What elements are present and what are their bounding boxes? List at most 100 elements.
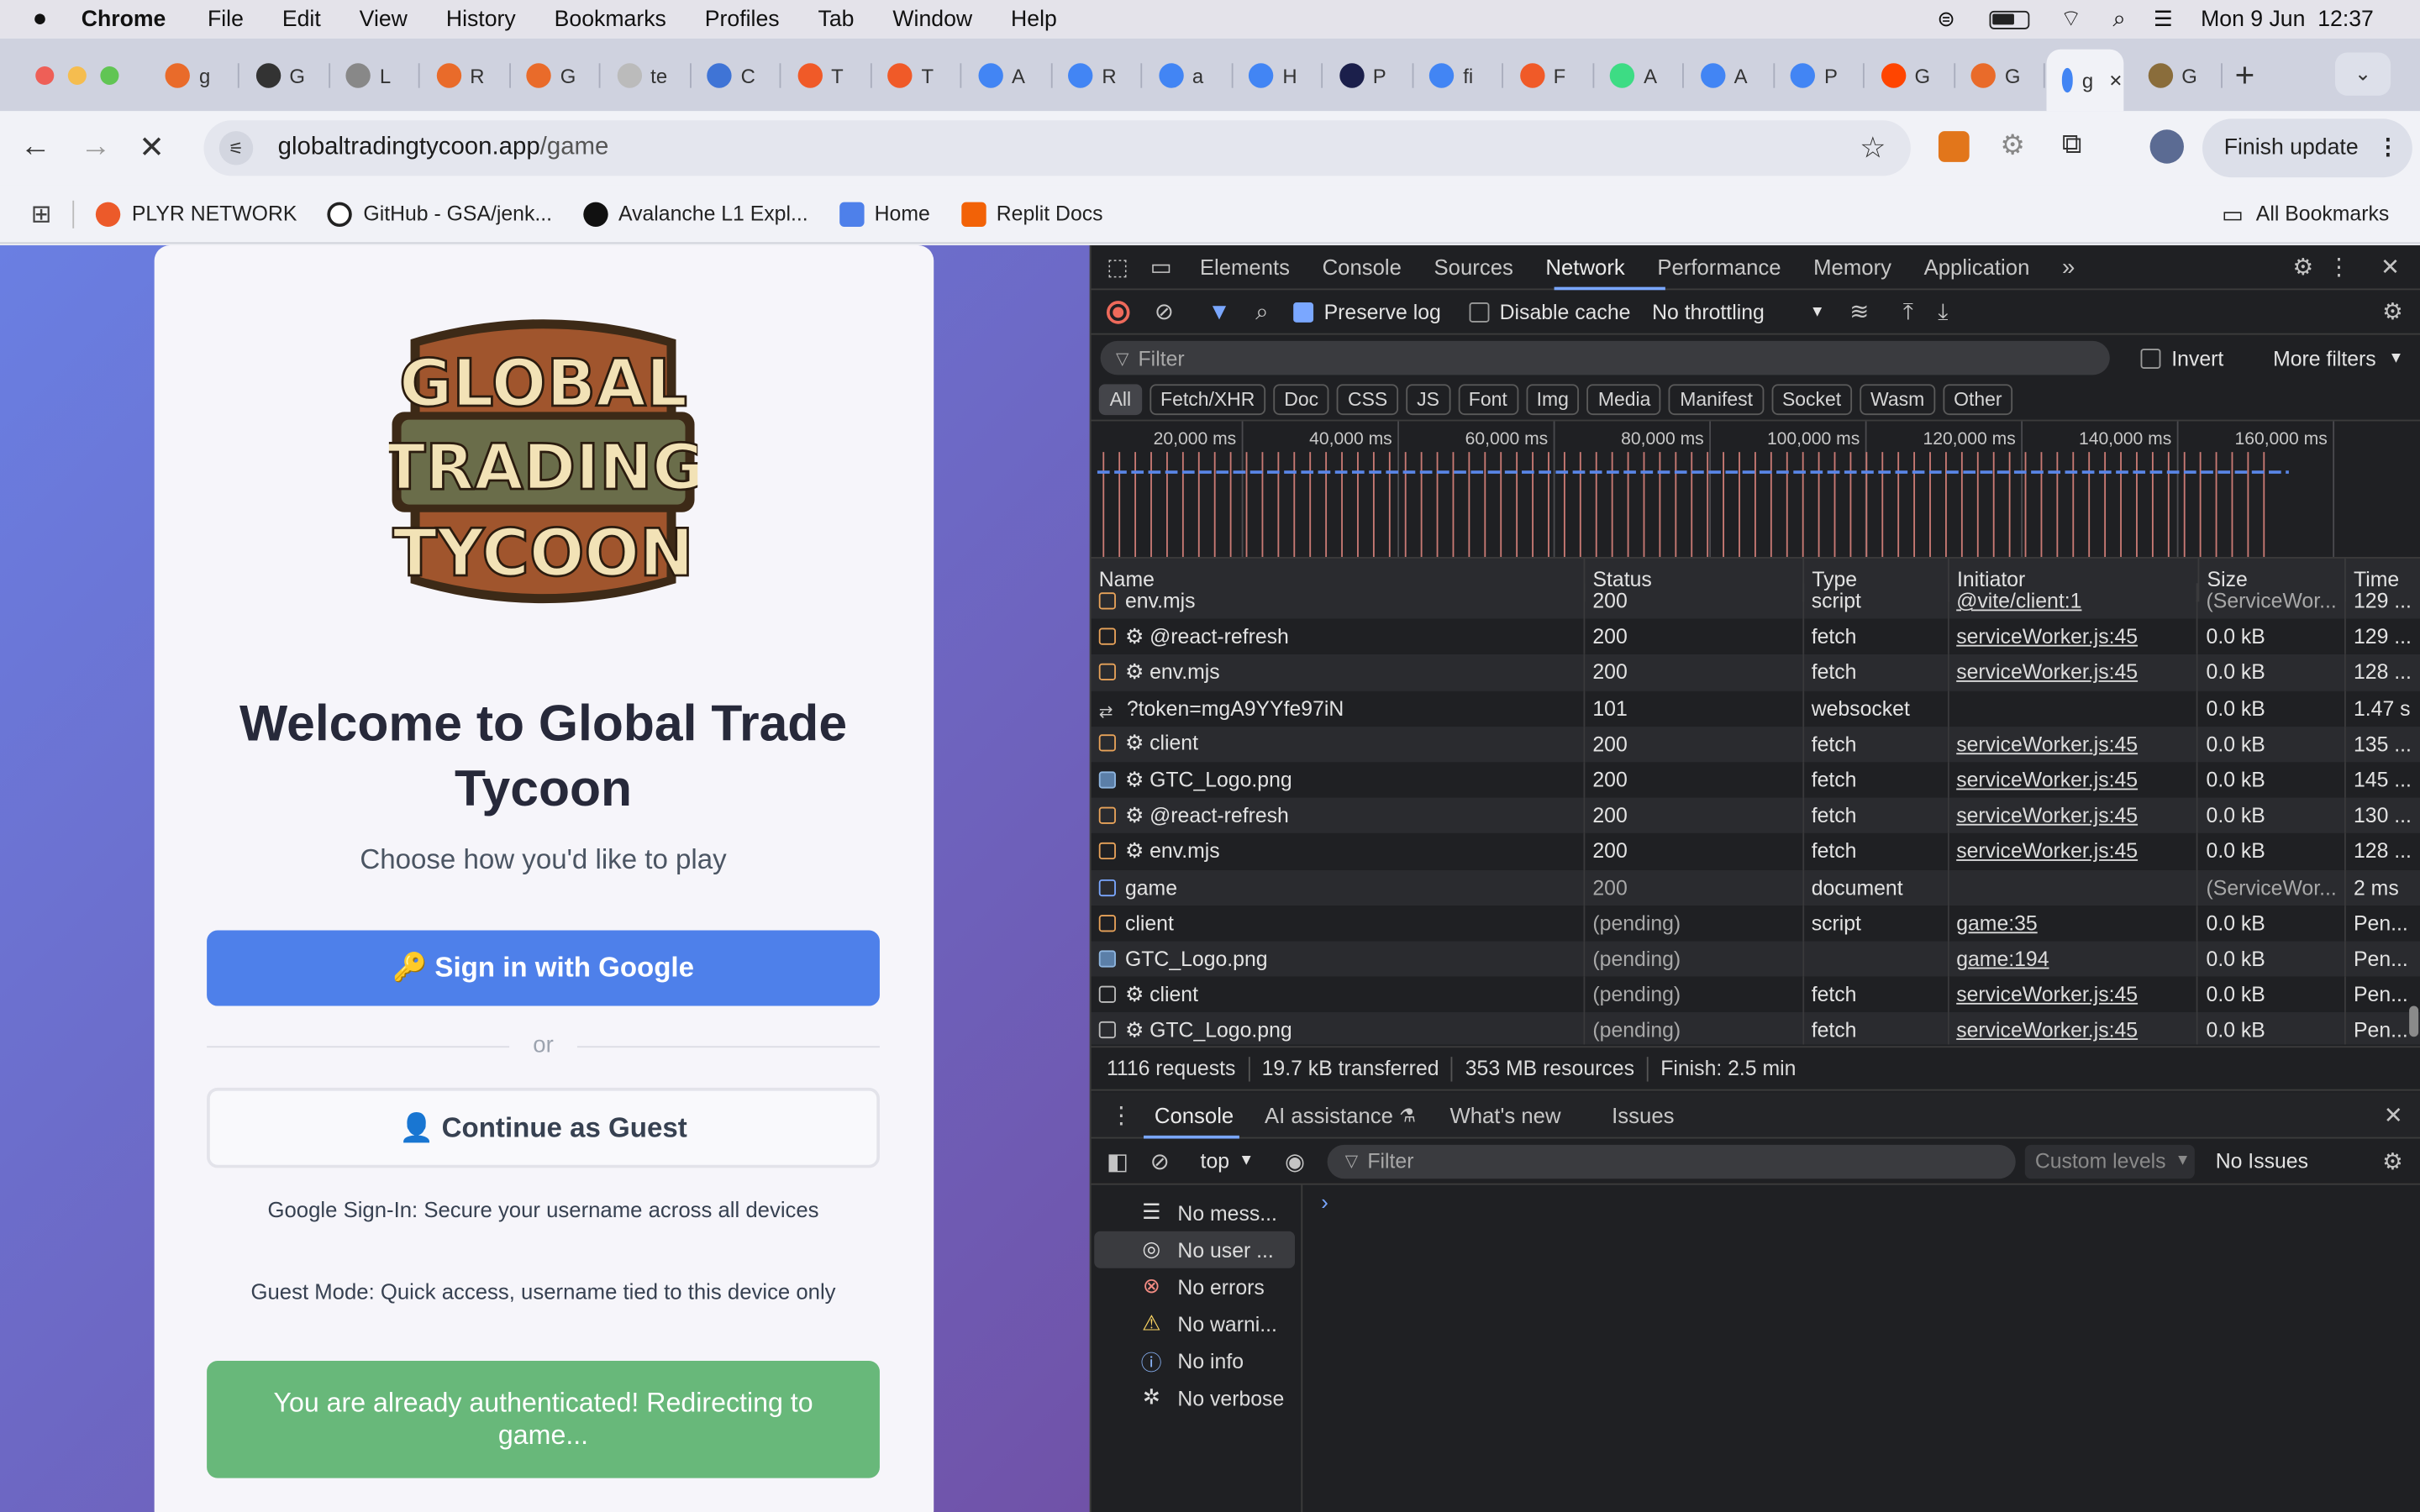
browser-tab[interactable]: te (601, 54, 691, 97)
browser-tab[interactable]: P (1775, 54, 1865, 97)
browser-tab[interactable]: A (962, 54, 1052, 97)
network-settings-icon[interactable]: ⚙ (2382, 297, 2403, 325)
console-filter-warnings[interactable]: ⚠ No warni... (1092, 1305, 1302, 1342)
tab-application[interactable]: Application (1924, 255, 2030, 279)
menu-profiles[interactable]: Profiles (705, 7, 780, 31)
browser-tab[interactable]: P (1323, 54, 1413, 97)
browser-tab[interactable]: G (2132, 54, 2222, 97)
initiator-text[interactable]: @vite/client:1 (1956, 590, 2081, 613)
network-request-row[interactable]: ⚙ @react-refresh 200 fetch serviceWorker.js… (1091, 618, 2420, 655)
import-har-icon[interactable]: ⤒ (1903, 298, 1913, 324)
network-request-row[interactable]: ⚙ GTC_Logo.png 200 fetch serviceWorker.js:4… (1091, 762, 2420, 798)
type-filter-socket[interactable]: Socket (1771, 384, 1852, 416)
menu-bookmarks[interactable]: Bookmarks (555, 7, 666, 31)
bookmark-home[interactable]: Home (839, 201, 930, 227)
close-tab-icon[interactable]: ✕ (2108, 71, 2123, 90)
apps-grid-icon[interactable]: ⊞ (31, 198, 52, 229)
network-overview-timeline[interactable]: 20,000 ms 40,000 ms 60,000 ms 80,000 ms 100,… (1091, 419, 2420, 559)
browser-tab[interactable]: G (1955, 54, 2045, 97)
close-devtools-icon[interactable]: ✕ (2381, 253, 2400, 281)
export-har-icon[interactable]: ⤓ (1938, 298, 1948, 324)
search-icon[interactable]: ⌕ (1255, 298, 1268, 324)
filter-funnel-icon[interactable]: ▼ (1207, 298, 1230, 324)
context-selector[interactable]: top ▼ (1201, 1149, 1255, 1173)
browser-tab[interactable]: T (781, 54, 871, 97)
custom-levels-select[interactable]: Custom levels ▼ (2023, 1143, 2195, 1179)
forward-button[interactable]: → (81, 129, 112, 165)
table-scrollbar[interactable] (2409, 1005, 2419, 1037)
initiator-text[interactable]: serviceWorker.js:45 (1956, 625, 2138, 648)
extension-icon[interactable]: ⚙ (2000, 129, 2025, 162)
browser-tab[interactable]: g (150, 54, 239, 97)
console-settings-gear-icon[interactable]: ⚙ (2382, 1147, 2403, 1174)
browser-tab[interactable]: a (1143, 54, 1233, 97)
address-bar[interactable]: ⚟ globaltradingtycoon.app/game ☆ (203, 120, 1911, 176)
network-conditions-icon[interactable]: ≋ (1849, 297, 1869, 325)
type-filter-all[interactable]: All (1098, 384, 1143, 416)
drawer-menu-icon[interactable]: ⋮ (1110, 1101, 1134, 1128)
browser-tab[interactable]: G (240, 54, 330, 97)
bookmark-avalanche[interactable]: Avalanche L1 Expl... (582, 201, 808, 227)
menu-tab[interactable]: Tab (818, 7, 855, 31)
network-request-row[interactable]: client (pending) script game:35 0.0 kB Pen... (1091, 905, 2420, 942)
console-filter-info[interactable]: ⓘ No info (1092, 1342, 1302, 1379)
continue-as-guest-button[interactable]: 👤 Continue as Guest (207, 1087, 880, 1168)
network-request-row[interactable]: ⚙ client (pending) fetch serviceWorker.js:4… (1091, 976, 2420, 1013)
type-filter-fetch-xhr[interactable]: Fetch/XHR (1150, 384, 1266, 416)
type-filter-doc[interactable]: Doc (1273, 384, 1329, 416)
network-request-row[interactable]: ⇄ ?token=mgA9YYfe97iN 101 websocket 0.0 kB 1.… (1091, 690, 2420, 727)
console-prompt[interactable]: › (1302, 1185, 2420, 1512)
new-tab-button[interactable]: + (2235, 55, 2255, 96)
network-request-row[interactable]: GTC_Logo.png (pending) game:194 0.0 kB Pen..… (1091, 941, 2420, 977)
bookmark-star-icon[interactable]: ☆ (1860, 131, 1886, 166)
type-filter-js[interactable]: JS (1406, 384, 1450, 416)
console-sidebar-toggle-icon[interactable]: ◧ (1107, 1147, 1128, 1174)
drawer-tab-whats-new[interactable]: What's new (1449, 1102, 1560, 1126)
battery-icon[interactable] (1989, 9, 2030, 29)
tab-network[interactable]: Network (1545, 255, 1624, 279)
drawer-tab-ai-assistance[interactable]: AI assistance (1265, 1102, 1393, 1126)
menu-file[interactable]: File (208, 7, 244, 31)
menubar-clock[interactable]: Mon 9 Jun 12:37 (2201, 7, 2374, 31)
profile-avatar[interactable] (2149, 129, 2184, 164)
network-request-row[interactable]: ⚙ @react-refresh 200 fetch serviceWorker.js… (1091, 797, 2420, 834)
tab-memory[interactable]: Memory (1813, 255, 1891, 279)
network-request-row[interactable]: ⚙ env.mjs 200 fetch serviceWorker.js:45 0.0 … (1091, 654, 2420, 691)
clear-icon[interactable]: ⊘ (1155, 297, 1174, 325)
preserve-log-checkbox[interactable] (1292, 302, 1313, 322)
extensions-puzzle-icon[interactable]: ⧉ (2062, 128, 2082, 160)
tab-search-button[interactable]: ⌄ (2334, 52, 2391, 96)
app-menu[interactable]: Chrome (82, 7, 166, 31)
browser-tab[interactable]: A (1685, 54, 1775, 97)
browser-tab[interactable]: F (1504, 54, 1594, 97)
initiator-text[interactable]: serviceWorker.js:45 (1956, 1019, 2138, 1042)
more-tabs-icon[interactable]: » (2062, 254, 2075, 280)
invert-checkbox[interactable] (2140, 348, 2161, 369)
initiator-text[interactable]: serviceWorker.js:45 (1956, 804, 2138, 827)
menu-history[interactable]: History (446, 7, 516, 31)
initiator-text[interactable]: serviceWorker.js:45 (1956, 983, 2138, 1006)
bookmark-github[interactable]: GitHub - GSA/jenk... (328, 201, 552, 227)
network-request-row[interactable]: ⚙ env.mjs 200 fetch serviceWorker.js:45 0.0 … (1091, 833, 2420, 869)
site-info-icon[interactable]: ⚟ (218, 131, 254, 165)
network-request-row[interactable]: game 200 document (ServiceWor... 2 ms (1091, 869, 2420, 906)
browser-tab[interactable]: G (1865, 54, 1955, 97)
apple-icon[interactable]: ● (33, 5, 48, 33)
browser-tab[interactable]: R (421, 54, 511, 97)
disable-cache-checkbox[interactable] (1468, 302, 1489, 322)
console-filter-messages[interactable]: ☰ No mess... (1092, 1194, 1302, 1231)
back-button[interactable]: ← (20, 129, 51, 165)
type-filter-font[interactable]: Font (1457, 384, 1518, 416)
console-filter-errors[interactable]: ⊗ No errors (1092, 1268, 1302, 1305)
browser-tab[interactable]: G (511, 54, 601, 97)
record-stop-icon[interactable] (1106, 300, 1130, 323)
throttling-select[interactable]: No throttling ▼ (1652, 300, 1825, 323)
menu-edit[interactable]: Edit (282, 7, 321, 31)
zoom-window-button[interactable] (100, 66, 119, 86)
clear-console-icon[interactable]: ⊘ (1150, 1147, 1170, 1174)
sign-in-google-button[interactable]: 🔑 Sign in with Google (207, 930, 880, 1006)
spotlight-search-icon[interactable]: ⌕ (2112, 6, 2125, 32)
network-request-row[interactable]: ⚙ client 200 fetch serviceWorker.js:45 0.0 k… (1091, 726, 2420, 763)
device-toolbar-icon[interactable]: ▭ (1150, 253, 1172, 281)
console-filter-input[interactable]: ▽ Filter (1326, 1143, 2015, 1179)
